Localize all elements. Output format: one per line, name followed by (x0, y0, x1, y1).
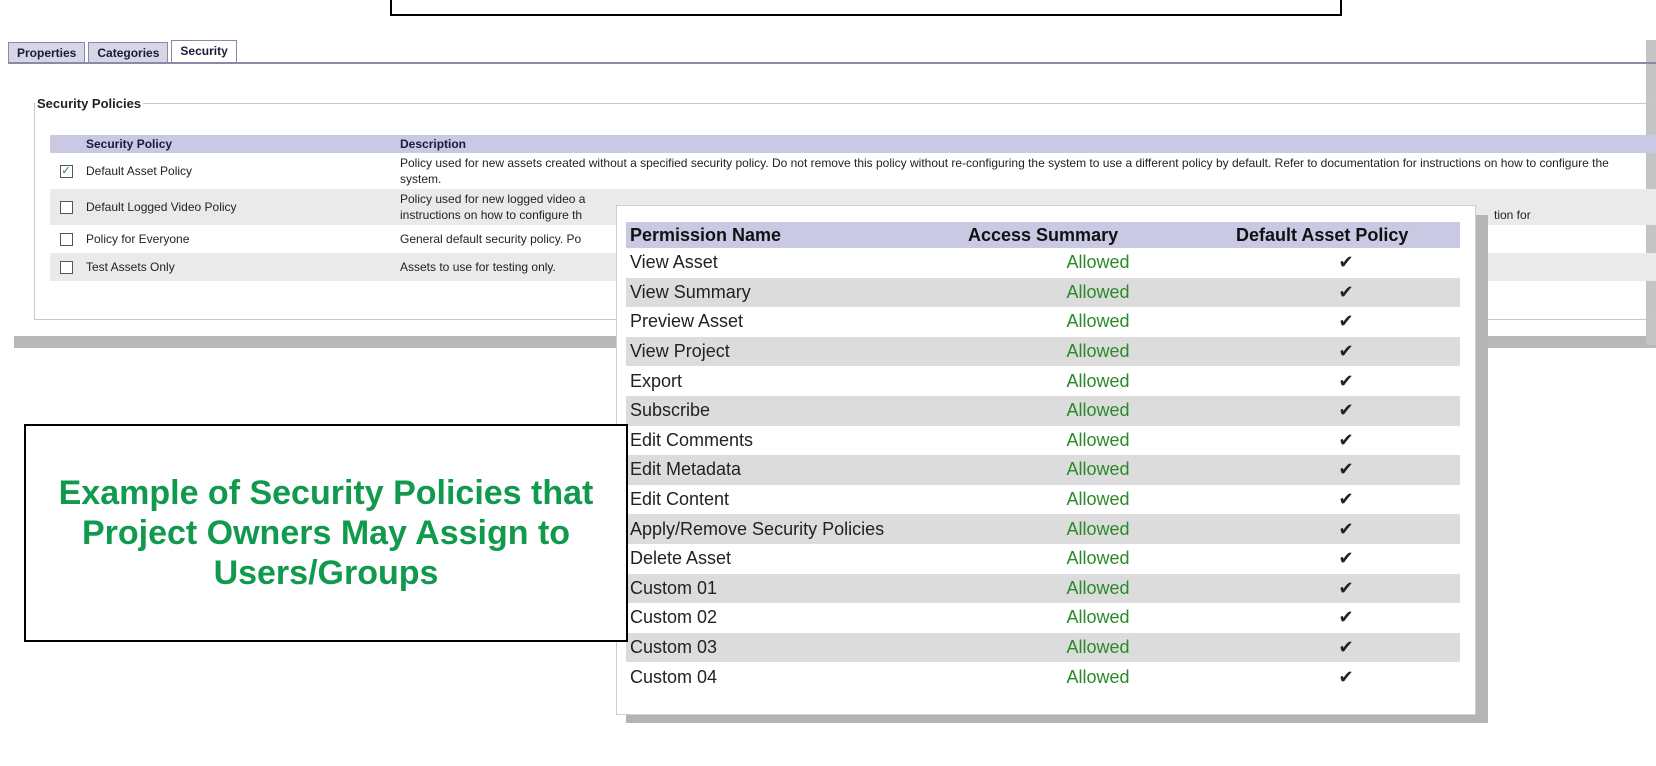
permission-name: Apply/Remove Security Policies (626, 514, 964, 544)
policy-name: Policy for Everyone (86, 232, 190, 246)
checkmark-icon: ✔ (1338, 429, 1354, 450)
explanation-callout: Example of Security Policies that Projec… (24, 424, 628, 642)
checkmark-icon: ✔ (1232, 395, 1460, 426)
permission-row: Export Allowed ✔ (626, 366, 1460, 396)
tab-security[interactable]: Security (171, 40, 237, 64)
checkmark-icon: ✔ (1338, 489, 1354, 510)
default-asset-policy-header: Default Asset Policy (1232, 222, 1460, 248)
permission-row: Custom 03 Allowed ✔ (626, 632, 1460, 663)
access-summary: Allowed (1066, 252, 1130, 273)
access-summary: Allowed (1066, 666, 1130, 687)
table-row: ✓ Default Asset Policy Policy used for n… (50, 153, 1656, 189)
checkmark-icon: ✔ (1338, 607, 1354, 628)
checkbox-column-header (50, 135, 82, 153)
permission-name: Custom 01 (626, 573, 964, 604)
access-summary: Allowed (1066, 607, 1130, 628)
access-summary: Allowed (1066, 429, 1130, 450)
permission-row: Custom 04 Allowed ✔ (626, 662, 1460, 692)
policy-name: Default Asset Policy (86, 164, 193, 178)
policy-description: Policy used for new assets created witho… (400, 156, 1609, 186)
permission-row: Custom 02 Allowed ✔ (626, 603, 1460, 633)
access-summary-header: Access Summary (964, 222, 1232, 248)
permission-name: View Project (626, 336, 964, 367)
permission-row: View Project Allowed ✔ (626, 336, 1460, 367)
tab-properties[interactable]: Properties (8, 42, 86, 64)
permission-name: Export (630, 370, 683, 391)
security-policies-legend: Security Policies (37, 96, 142, 111)
permission-name: Edit Metadata (626, 455, 964, 485)
permission-row: View Summary Allowed ✔ (626, 277, 1460, 308)
access-summary: Allowed (964, 514, 1232, 544)
permission-row: Edit Content Allowed ✔ (626, 485, 1460, 515)
policy-name: Default Logged Video Policy (82, 189, 396, 225)
permissions-table: Permission Name Access Summary Default A… (626, 222, 1460, 692)
permission-name: Edit Comments (630, 429, 754, 450)
permission-row: Edit Comments Allowed ✔ (626, 426, 1460, 456)
permission-row: View Asset Allowed ✔ (626, 248, 1460, 278)
permission-row: Delete Asset Allowed ✔ (626, 544, 1460, 574)
tab-categories[interactable]: Categories (88, 42, 169, 64)
policy-checkbox[interactable] (59, 233, 73, 247)
permission-name: Custom 04 (630, 666, 718, 687)
checkmark-icon: ✔ (1338, 311, 1354, 332)
description-column-header: Description (396, 135, 1656, 153)
access-summary: Allowed (964, 277, 1232, 308)
access-summary: Allowed (964, 395, 1232, 426)
permissions-shadow-right (1474, 215, 1488, 723)
permission-name-header: Permission Name (626, 222, 964, 248)
checkmark-icon: ✔ (1338, 548, 1354, 569)
policy-description-tail: tion for (1494, 208, 1531, 222)
checkmark-icon: ✔ (1232, 455, 1460, 485)
permission-name: Edit Content (630, 489, 730, 510)
checkmark-icon: ✔ (1232, 573, 1460, 604)
permission-name: Subscribe (626, 395, 964, 426)
access-summary: Allowed (964, 573, 1232, 604)
permission-row: Preview Asset Allowed ✔ (626, 307, 1460, 337)
permission-name: Delete Asset (630, 548, 732, 569)
policy-name: Test Assets Only (82, 253, 396, 281)
permission-row: Edit Metadata Allowed ✔ (626, 455, 1460, 485)
permissions-header-row: Permission Name Access Summary Default A… (626, 222, 1460, 248)
callout-text: Example of Security Policies that Projec… (58, 474, 594, 592)
checkmark-icon: ✔ (1338, 370, 1354, 391)
table-header-row: Security Policy Description (50, 135, 1656, 153)
permission-name: Preview Asset (630, 311, 744, 332)
policy-column-header: Security Policy (82, 135, 396, 153)
access-summary: Allowed (964, 632, 1232, 663)
tab-divider (8, 62, 1656, 64)
checkmark-icon: ✔ (1232, 277, 1460, 308)
access-summary: Allowed (1066, 548, 1130, 569)
tab-bar: Properties Categories Security (8, 40, 240, 64)
access-summary: Allowed (1066, 370, 1130, 391)
checkmark-icon: ✔ (1232, 336, 1460, 367)
permission-name: View Asset (630, 252, 718, 273)
policy-checkbox[interactable] (59, 261, 73, 275)
top-callout-box (390, 0, 1342, 16)
checkmark-icon: ✔ (1232, 632, 1460, 663)
permission-row: Custom 01 Allowed ✔ (626, 573, 1460, 604)
permission-row: Subscribe Allowed ✔ (626, 395, 1460, 426)
policy-checkbox[interactable]: ✓ (59, 165, 73, 179)
checkmark-icon: ✔ (1338, 666, 1354, 687)
permission-name: Custom 02 (630, 607, 718, 628)
access-summary: Allowed (964, 455, 1232, 485)
access-summary: Allowed (1066, 311, 1130, 332)
checkmark-icon: ✔ (1338, 252, 1354, 273)
permission-row: Apply/Remove Security Policies Allowed ✔ (626, 514, 1460, 544)
policy-checkbox[interactable] (59, 201, 73, 215)
access-summary: Allowed (964, 336, 1232, 367)
checkmark-icon: ✔ (1232, 514, 1460, 544)
permission-name: Custom 03 (626, 632, 964, 663)
access-summary: Allowed (1066, 489, 1130, 510)
permission-name: View Summary (626, 277, 964, 308)
